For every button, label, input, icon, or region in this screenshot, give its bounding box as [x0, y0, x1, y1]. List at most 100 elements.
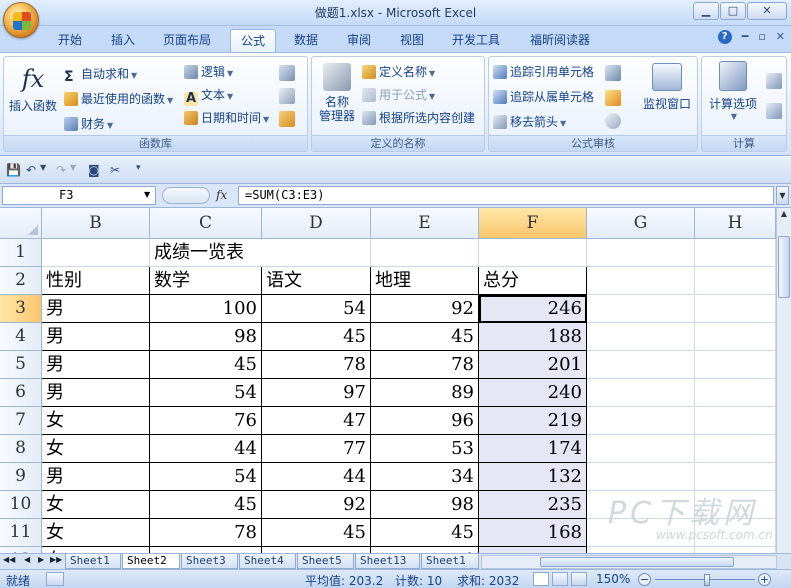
- restore-button[interactable]: □: [720, 2, 746, 20]
- customize-qat-icon[interactable]: ▾: [136, 163, 141, 173]
- column-header-g[interactable]: G: [587, 208, 695, 239]
- gender-cell[interactable]: 女: [42, 407, 150, 435]
- show-formulas-icon[interactable]: [605, 65, 621, 81]
- empty-cell[interactable]: [587, 491, 695, 519]
- empty-cell[interactable]: [587, 463, 695, 491]
- gender-cell[interactable]: 女: [42, 519, 150, 547]
- redo-icon[interactable]: ↷: [56, 163, 66, 177]
- lookup-reference-icon[interactable]: [279, 65, 295, 81]
- header-cell[interactable]: 数学: [150, 267, 262, 295]
- select-all-corner[interactable]: [0, 208, 42, 239]
- score-cell[interactable]: 54: [150, 463, 262, 491]
- logical-button[interactable]: 逻辑 ▼: [184, 63, 233, 80]
- horizontal-scrollbar[interactable]: [481, 555, 777, 569]
- score-cell[interactable]: 96: [371, 407, 479, 435]
- column-header-d[interactable]: D: [262, 208, 371, 239]
- empty-cell[interactable]: [695, 407, 776, 435]
- trace-dependents-button[interactable]: 追踪从属单元格: [493, 88, 594, 105]
- row-header-4[interactable]: 4: [0, 323, 42, 351]
- datetime-button[interactable]: 日期和时间 ▼: [184, 109, 269, 126]
- empty-cell[interactable]: [695, 295, 776, 323]
- create-from-selection-button[interactable]: 根据所选内容创建: [362, 109, 475, 126]
- zoom-in-icon[interactable]: +: [758, 573, 771, 586]
- score-cell[interactable]: 100: [150, 295, 262, 323]
- column-header-h[interactable]: H: [695, 208, 776, 239]
- score-cell[interactable]: 78: [371, 351, 479, 379]
- score-cell[interactable]: 98: [371, 491, 479, 519]
- empty-cell[interactable]: [587, 267, 695, 295]
- empty-cell[interactable]: [587, 239, 695, 267]
- empty-cell[interactable]: [695, 351, 776, 379]
- sheet-tab[interactable]: Sheet2: [122, 554, 180, 569]
- gender-cell[interactable]: 男: [42, 351, 150, 379]
- empty-cell[interactable]: [695, 323, 776, 351]
- autosum-button[interactable]: Σ 自动求和 ▼: [64, 65, 137, 85]
- more-functions-icon[interactable]: [279, 111, 295, 127]
- total-cell[interactable]: 174: [479, 435, 587, 463]
- score-cell[interactable]: 78: [150, 519, 262, 547]
- zoom-level[interactable]: 150%: [596, 572, 630, 586]
- next-sheet-icon[interactable]: ▶: [38, 555, 44, 564]
- score-cell[interactable]: 45: [371, 519, 479, 547]
- total-cell[interactable]: 132: [479, 463, 587, 491]
- undo-icon[interactable]: ↶: [26, 163, 36, 177]
- header-cell[interactable]: 语文: [262, 267, 371, 295]
- cell-b1[interactable]: [42, 239, 150, 267]
- row-header-7[interactable]: 7: [0, 407, 42, 435]
- row-header-2[interactable]: 2: [0, 267, 42, 295]
- tab-page-layout[interactable]: 页面布局: [153, 29, 221, 52]
- gender-cell[interactable]: 女: [42, 435, 150, 463]
- score-cell[interactable]: 47: [262, 407, 371, 435]
- sheet-tab[interactable]: Sheet5: [297, 554, 354, 569]
- score-cell[interactable]: 45: [371, 323, 479, 351]
- last-sheet-icon[interactable]: ▶▶: [50, 555, 62, 564]
- text-functions-button[interactable]: A 文本 ▼: [184, 86, 233, 106]
- minimize-button[interactable]: ▁: [693, 2, 719, 20]
- empty-cell[interactable]: [587, 295, 695, 323]
- empty-cell[interactable]: [695, 267, 776, 295]
- empty-cell[interactable]: [587, 435, 695, 463]
- prev-sheet-icon[interactable]: ◀: [24, 555, 30, 564]
- row-header-8[interactable]: 8: [0, 435, 42, 463]
- save-icon[interactable]: 💾: [6, 163, 21, 177]
- score-cell[interactable]: 53: [371, 435, 479, 463]
- empty-cell[interactable]: [587, 379, 695, 407]
- gender-cell[interactable]: 男: [42, 463, 150, 491]
- score-cell[interactable]: 76: [150, 407, 262, 435]
- chevron-down-icon[interactable]: ▼: [70, 163, 76, 172]
- header-cell[interactable]: 地理: [371, 267, 479, 295]
- tab-insert[interactable]: 插入: [101, 29, 145, 52]
- empty-cell[interactable]: [695, 491, 776, 519]
- gender-cell[interactable]: 男: [42, 323, 150, 351]
- close-button[interactable]: ✕: [747, 2, 787, 20]
- row-header-6[interactable]: 6: [0, 379, 42, 407]
- tab-foxit-reader[interactable]: 福昕阅读器: [520, 29, 600, 52]
- total-cell[interactable]: 168: [479, 519, 587, 547]
- score-cell[interactable]: 92: [371, 295, 479, 323]
- row-header-11[interactable]: 11: [0, 519, 42, 547]
- row-header-1[interactable]: 1: [0, 239, 42, 267]
- score-cell[interactable]: 44: [262, 463, 371, 491]
- score-cell[interactable]: 45: [150, 491, 262, 519]
- scroll-up-icon[interactable]: ▲: [778, 209, 790, 223]
- column-header-e[interactable]: E: [371, 208, 479, 239]
- trace-precedents-button[interactable]: 追踪引用单元格: [493, 63, 594, 80]
- score-cell[interactable]: 92: [262, 491, 371, 519]
- math-trig-icon[interactable]: [279, 88, 295, 104]
- total-cell[interactable]: 235: [479, 491, 587, 519]
- insert-function-icon[interactable]: fx: [216, 188, 227, 202]
- vertical-scroll-thumb[interactable]: [778, 236, 790, 298]
- calculate-sheet-icon[interactable]: [766, 103, 782, 119]
- score-cell[interactable]: 45: [150, 351, 262, 379]
- insert-function-button[interactable]: fx 插入函数: [7, 63, 59, 114]
- zoom-slider-thumb[interactable]: [704, 574, 710, 586]
- error-checking-icon[interactable]: [605, 90, 621, 106]
- tab-view[interactable]: 视图: [390, 29, 434, 52]
- row-header-10[interactable]: 10: [0, 491, 42, 519]
- total-cell[interactable]: 246: [479, 295, 587, 323]
- score-cell[interactable]: 98: [150, 323, 262, 351]
- total-cell[interactable]: 240: [479, 379, 587, 407]
- total-cell[interactable]: 201: [479, 351, 587, 379]
- column-header-b[interactable]: B: [42, 208, 150, 239]
- total-cell[interactable]: 219: [479, 407, 587, 435]
